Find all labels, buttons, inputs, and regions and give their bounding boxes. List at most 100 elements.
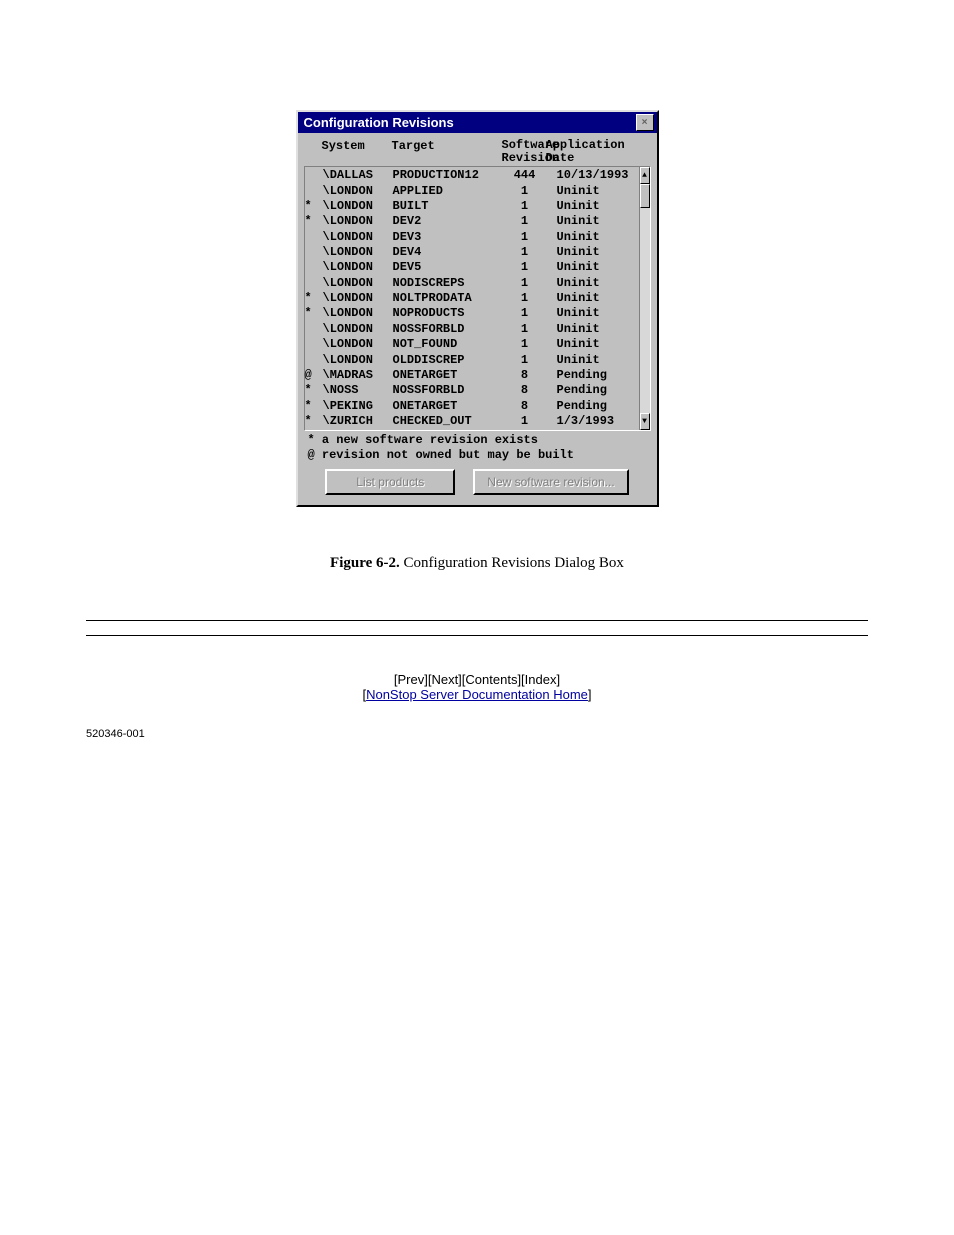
header-target: Target: [392, 139, 502, 164]
list-products-button[interactable]: List products: [325, 469, 455, 495]
row-date: Uninit: [557, 306, 639, 321]
row-date: Uninit: [557, 353, 639, 368]
close-icon[interactable]: ×: [636, 114, 654, 131]
row-revision: 1: [503, 184, 557, 199]
list-header: System Target SoftwareRevision Applicati…: [304, 137, 651, 166]
row-target: DEV5: [393, 260, 503, 275]
row-flag: [305, 322, 323, 337]
row-date: Uninit: [557, 337, 639, 352]
table-row[interactable]: \LONDONDEV41Uninit: [305, 245, 639, 260]
scroll-up-icon[interactable]: ▲: [640, 167, 650, 184]
row-target: ONETARGET: [393, 399, 503, 414]
row-flag: *: [305, 383, 323, 398]
row-target: NOPRODUCTS: [393, 306, 503, 321]
nav-links[interactable]: [Prev][Next][Contents][Index]: [394, 672, 560, 687]
row-system: \PEKING: [323, 399, 393, 414]
table-row[interactable]: \LONDONOLDDISCREP1Uninit: [305, 353, 639, 368]
row-revision: 1: [503, 306, 557, 321]
new-software-revision-button[interactable]: New software revision...: [473, 469, 628, 495]
row-target: NOSSFORBLD: [393, 383, 503, 398]
row-system: \LONDON: [323, 337, 393, 352]
row-revision: 1: [503, 245, 557, 260]
table-row[interactable]: \LONDONNOSSFORBLD1Uninit: [305, 322, 639, 337]
row-revision: 1: [503, 230, 557, 245]
divider: [86, 635, 868, 636]
row-date: Uninit: [557, 291, 639, 306]
table-row[interactable]: * \NOSSNOSSFORBLD8Pending: [305, 383, 639, 398]
row-target: DEV3: [393, 230, 503, 245]
row-system: \NOSS: [323, 383, 393, 398]
table-row[interactable]: \LONDONNOT_FOUND1Uninit: [305, 337, 639, 352]
row-target: APPLIED: [393, 184, 503, 199]
figure-title: Configuration Revisions Dialog Box: [400, 555, 624, 571]
divider: [86, 620, 868, 621]
row-date: Uninit: [557, 199, 639, 214]
row-system: \MADRAS: [323, 368, 393, 383]
row-flag: [305, 260, 323, 275]
row-revision: 1: [503, 291, 557, 306]
row-system: \LONDON: [323, 260, 393, 275]
row-date: Pending: [557, 383, 639, 398]
row-revision: 8: [503, 399, 557, 414]
header-date: ApplicationDate: [546, 139, 628, 164]
row-system: \LONDON: [323, 214, 393, 229]
row-flag: [305, 245, 323, 260]
row-system: \LONDON: [323, 245, 393, 260]
table-row[interactable]: * \LONDONDEV21Uninit: [305, 214, 639, 229]
table-row[interactable]: \DALLASPRODUCTION1244410/13/1993: [305, 168, 639, 183]
row-flag: [305, 168, 323, 183]
row-revision: 444: [503, 168, 557, 183]
home-bracket-close: ]: [588, 687, 592, 702]
table-row[interactable]: * \LONDONNOPRODUCTS1Uninit: [305, 306, 639, 321]
table-row[interactable]: \LONDONDEV31Uninit: [305, 230, 639, 245]
table-row[interactable]: \LONDONNODISCREPS1Uninit: [305, 276, 639, 291]
row-date: 1/3/1993: [557, 414, 639, 429]
row-date: Uninit: [557, 214, 639, 229]
scroll-down-icon[interactable]: ▼: [640, 413, 650, 430]
revisions-list[interactable]: \DALLASPRODUCTION1244410/13/1993 \LONDON…: [304, 166, 651, 431]
table-row[interactable]: * \PEKINGONETARGET8Pending: [305, 399, 639, 414]
row-flag: *: [305, 399, 323, 414]
row-system: \LONDON: [323, 353, 393, 368]
row-date: Uninit: [557, 245, 639, 260]
table-row[interactable]: * \LONDONBUILT1Uninit: [305, 199, 639, 214]
row-revision: 1: [503, 353, 557, 368]
table-row[interactable]: \LONDONAPPLIED1Uninit: [305, 184, 639, 199]
row-date: 10/13/1993: [557, 168, 639, 183]
row-system: \LONDON: [323, 306, 393, 321]
row-system: \LONDON: [323, 276, 393, 291]
scroll-track[interactable]: [640, 184, 650, 413]
table-row[interactable]: * \ZURICHCHECKED_OUT11/3/1993: [305, 414, 639, 429]
row-flag: *: [305, 414, 323, 429]
table-row[interactable]: * \LONDONNOLTPRODATA1Uninit: [305, 291, 639, 306]
row-revision: 1: [503, 199, 557, 214]
row-target: DEV4: [393, 245, 503, 260]
row-date: Pending: [557, 368, 639, 383]
row-date: Uninit: [557, 184, 639, 199]
row-revision: 8: [503, 368, 557, 383]
row-flag: *: [305, 199, 323, 214]
row-target: NOSSFORBLD: [393, 322, 503, 337]
config-revisions-dialog: Configuration Revisions × System Target …: [296, 110, 659, 507]
row-system: \LONDON: [323, 199, 393, 214]
figure-caption: Figure 6-2. Configuration Revisions Dial…: [0, 555, 954, 572]
row-revision: 1: [503, 214, 557, 229]
row-revision: 8: [503, 383, 557, 398]
row-target: ONETARGET: [393, 368, 503, 383]
scroll-thumb[interactable]: [640, 184, 650, 208]
row-system: \DALLAS: [323, 168, 393, 183]
row-flag: *: [305, 291, 323, 306]
scrollbar[interactable]: ▲ ▼: [639, 167, 650, 430]
row-date: Pending: [557, 399, 639, 414]
row-system: \LONDON: [323, 184, 393, 199]
table-row[interactable]: \LONDONDEV51Uninit: [305, 260, 639, 275]
row-system: \LONDON: [323, 230, 393, 245]
row-flag: [305, 276, 323, 291]
row-revision: 1: [503, 276, 557, 291]
row-target: NOT_FOUND: [393, 337, 503, 352]
table-row[interactable]: @ \MADRASONETARGET8Pending: [305, 368, 639, 383]
home-link[interactable]: NonStop Server Documentation Home: [366, 687, 588, 702]
row-target: DEV2: [393, 214, 503, 229]
row-date: Uninit: [557, 230, 639, 245]
row-target: PRODUCTION12: [393, 168, 503, 183]
